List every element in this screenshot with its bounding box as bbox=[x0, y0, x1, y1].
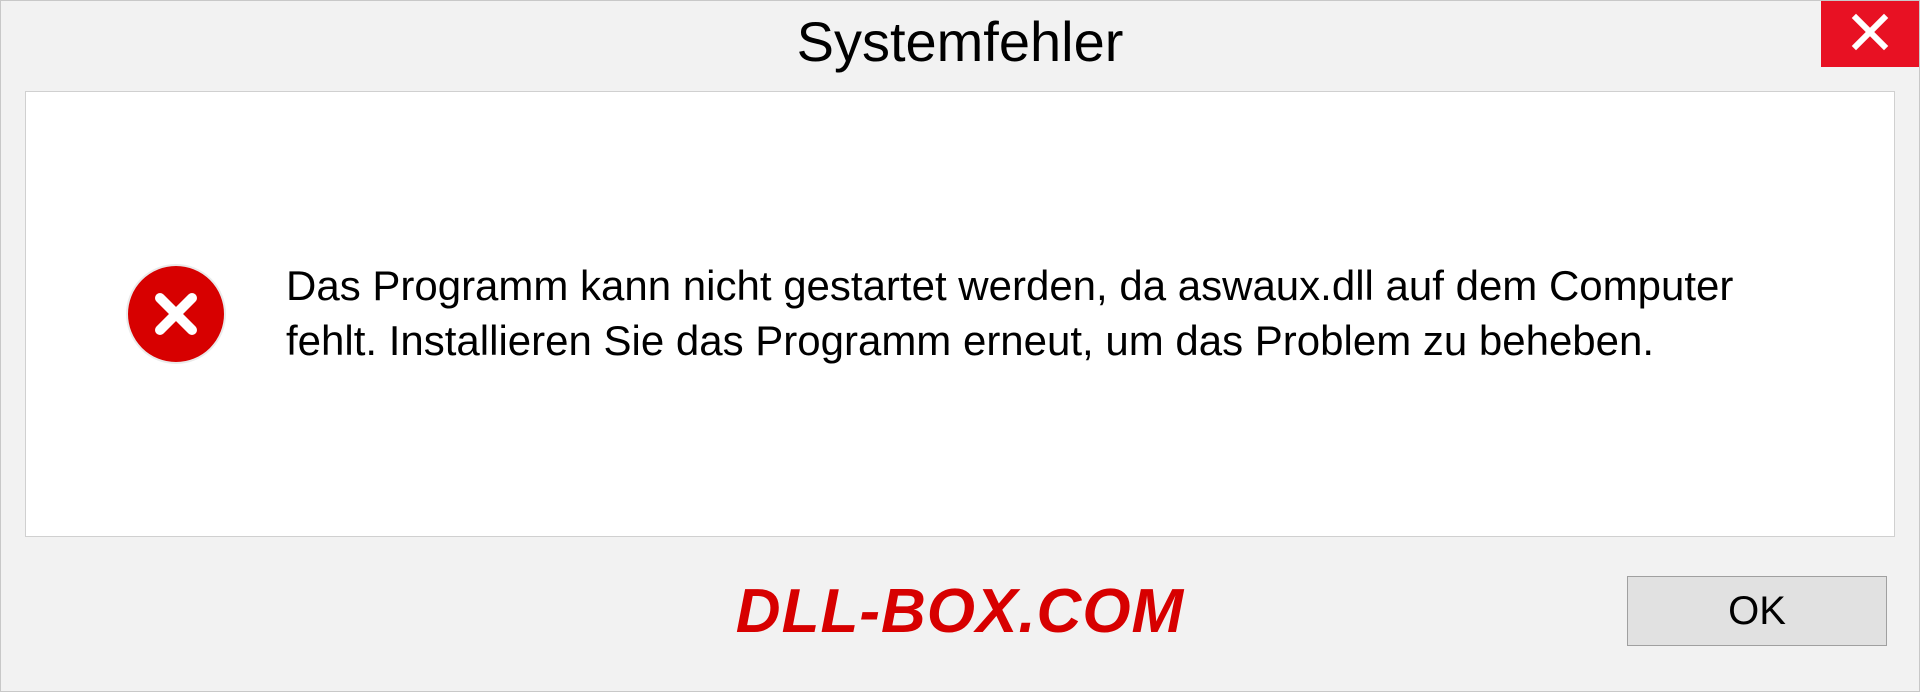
close-icon bbox=[1850, 12, 1890, 57]
dialog-title: Systemfehler bbox=[797, 9, 1124, 74]
watermark-text: DLL-BOX.COM bbox=[293, 576, 1627, 647]
footer: DLL-BOX.COM OK bbox=[1, 561, 1919, 691]
titlebar: Systemfehler bbox=[1, 1, 1919, 91]
error-message: Das Programm kann nicht gestartet werden… bbox=[286, 259, 1824, 368]
error-dialog: Systemfehler Das Programm kann nicht ges… bbox=[0, 0, 1920, 692]
ok-button[interactable]: OK bbox=[1627, 576, 1887, 646]
error-icon bbox=[126, 264, 226, 364]
ok-button-label: OK bbox=[1728, 589, 1786, 634]
close-button[interactable] bbox=[1821, 1, 1919, 67]
content-panel: Das Programm kann nicht gestartet werden… bbox=[25, 91, 1895, 537]
